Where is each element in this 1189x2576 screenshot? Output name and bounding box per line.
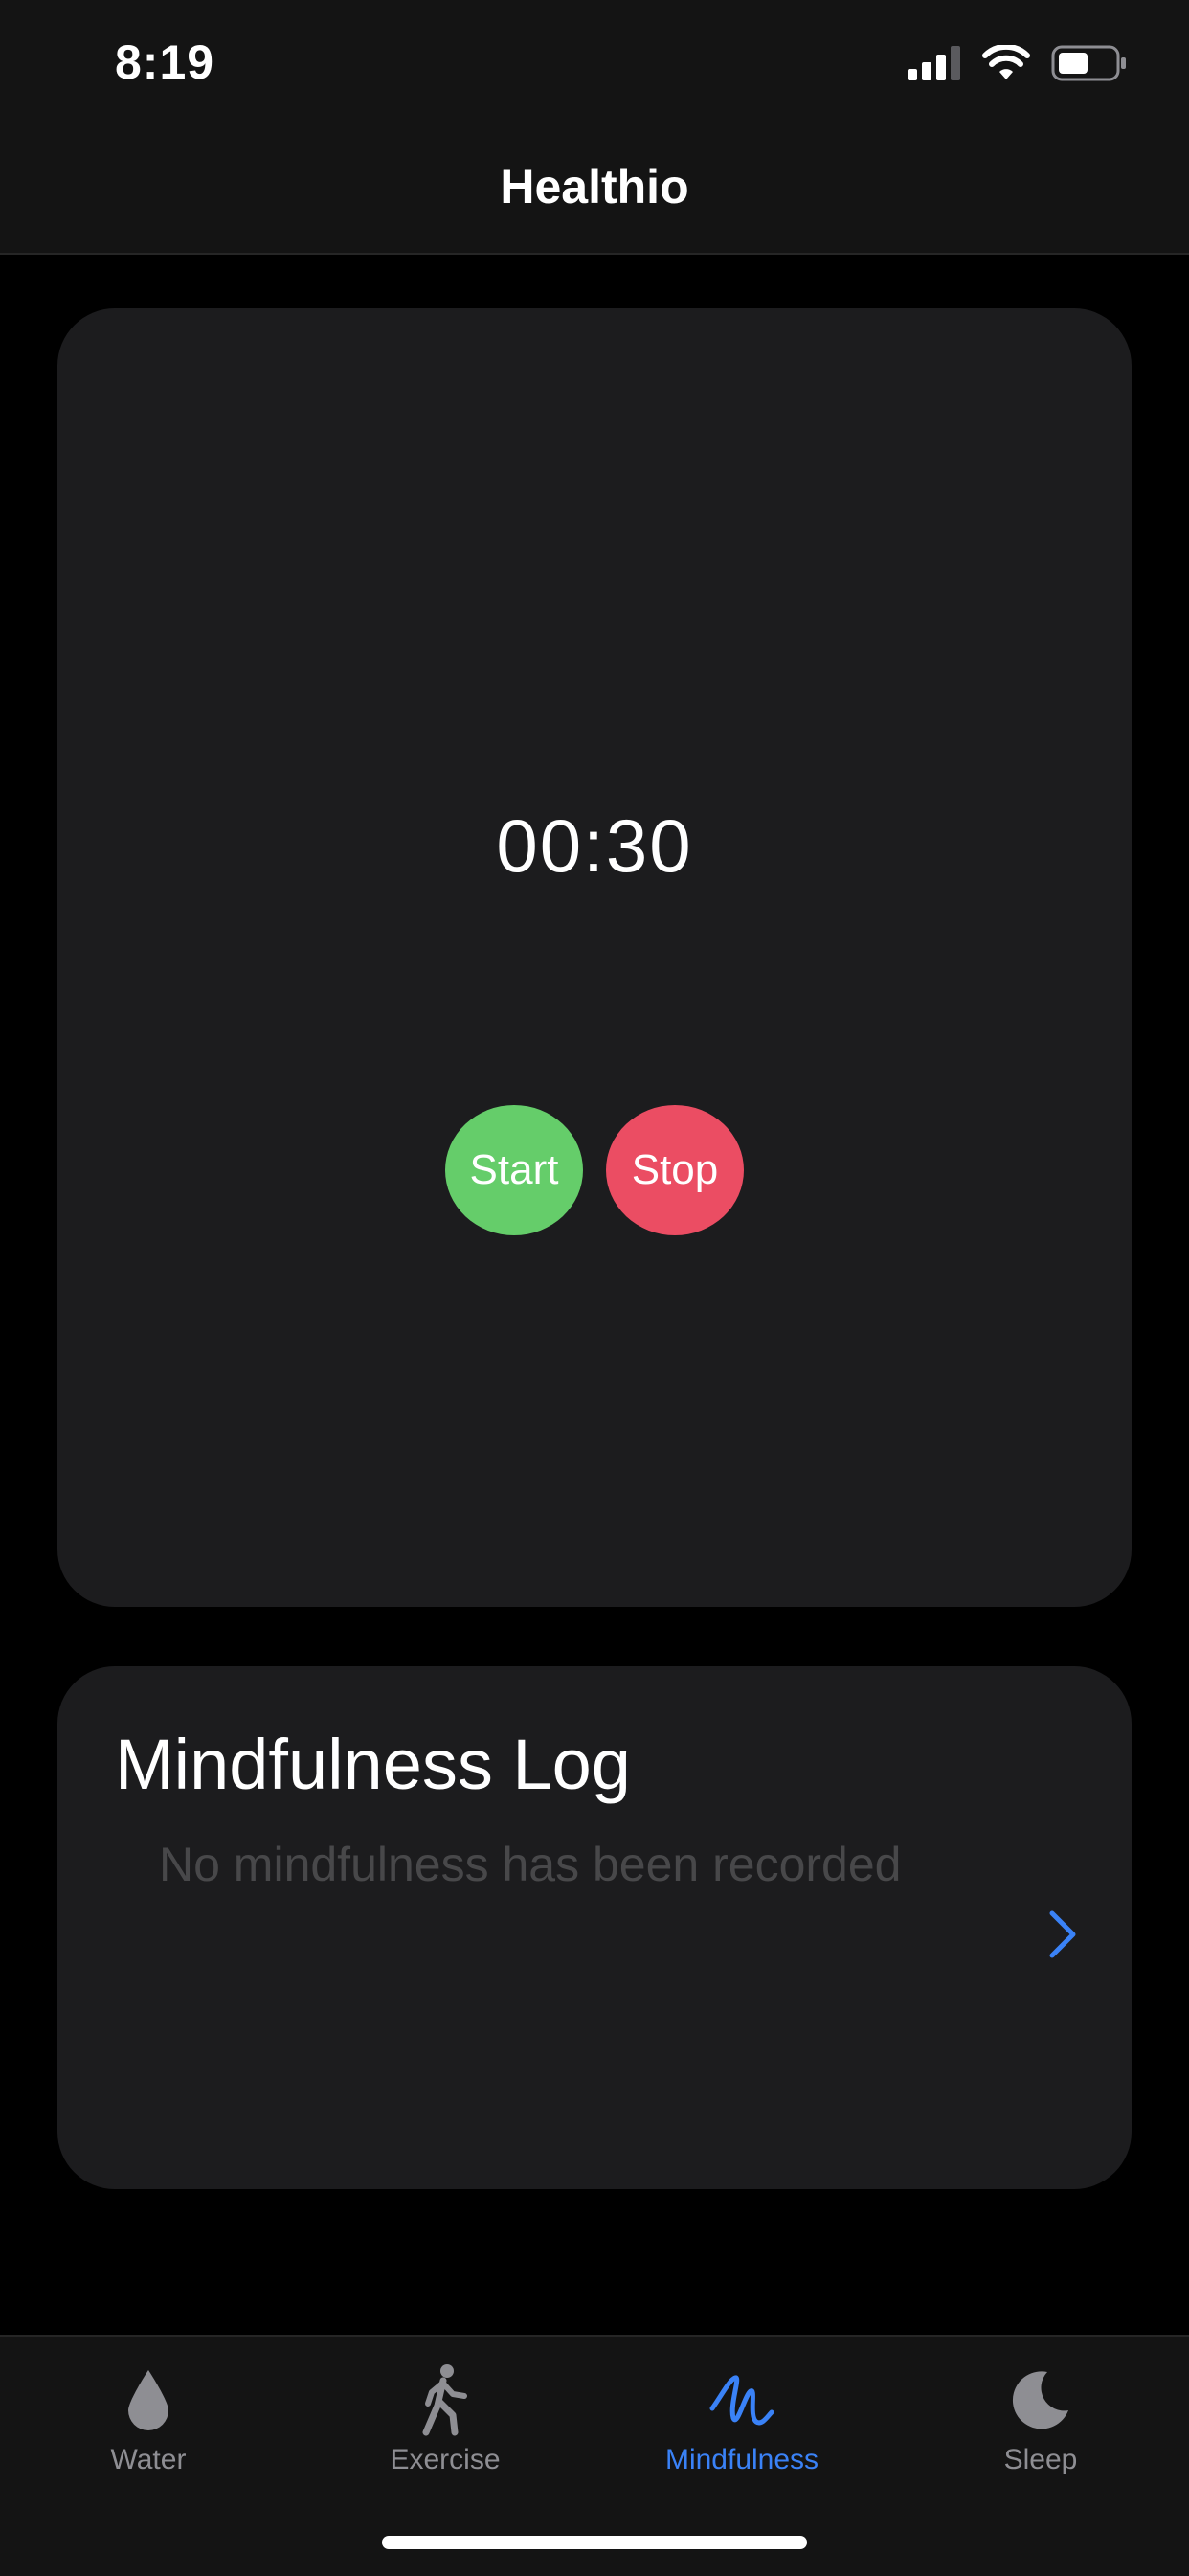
start-button[interactable]: Start	[445, 1105, 583, 1235]
log-empty-message: No mindfulness has been recorded	[159, 1838, 902, 1891]
home-indicator	[382, 2536, 807, 2549]
scribble-icon	[708, 2361, 775, 2438]
walking-figure-icon	[418, 2361, 472, 2438]
water-drop-icon	[125, 2361, 171, 2438]
page-title: Healthio	[500, 160, 689, 214]
tab-water[interactable]: Water	[0, 2337, 297, 2499]
stop-button[interactable]: Stop	[606, 1105, 744, 1235]
tab-exercise-label: Exercise	[390, 2444, 501, 2475]
status-icons	[908, 43, 1128, 87]
tab-sleep-label: Sleep	[1003, 2444, 1078, 2475]
timer-card: 00:30 Start Stop	[57, 308, 1132, 1607]
mindfulness-log-card[interactable]: Mindfulness Log No mindfulness has been …	[57, 1666, 1132, 2189]
wifi-icon	[982, 43, 1030, 86]
battery-icon	[1051, 44, 1128, 87]
tab-mindfulness[interactable]: Mindfulness	[594, 2337, 890, 2499]
status-time: 8:19	[115, 35, 215, 89]
tab-sleep[interactable]: Sleep	[892, 2337, 1189, 2499]
cellular-signal-icon	[908, 45, 961, 85]
log-title: Mindfulness Log	[115, 1725, 631, 1804]
tab-mindfulness-label: Mindfulness	[664, 2444, 819, 2475]
timer-display: 00:30	[496, 803, 693, 888]
top-bar: 8:19 Healthio	[0, 0, 1189, 255]
moon-icon	[1009, 2361, 1072, 2438]
chevron-right-icon[interactable]	[1036, 1904, 1089, 1965]
tab-exercise[interactable]: Exercise	[297, 2337, 594, 2499]
tab-water-label: Water	[110, 2444, 187, 2475]
